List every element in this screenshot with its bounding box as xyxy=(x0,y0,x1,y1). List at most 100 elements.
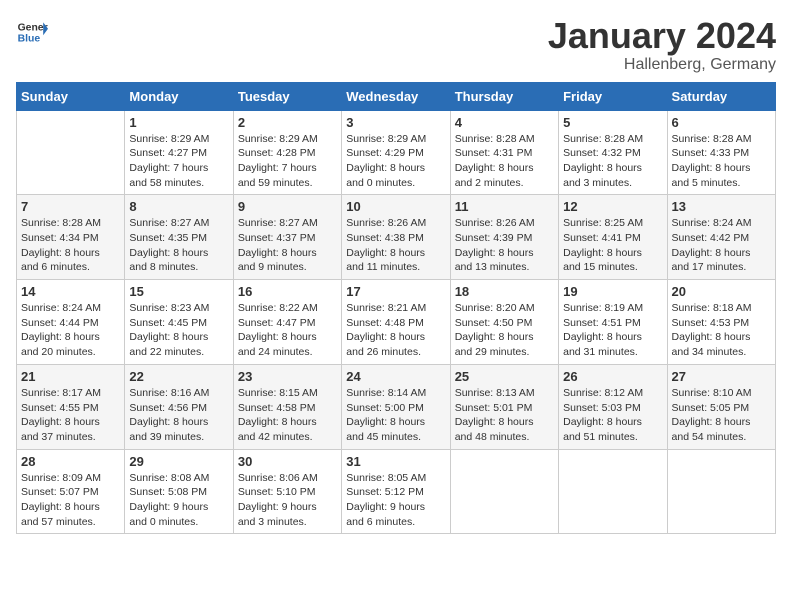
col-friday: Friday xyxy=(559,82,667,110)
day-number: 29 xyxy=(129,454,228,469)
table-row: 19Sunrise: 8:19 AM Sunset: 4:51 PM Dayli… xyxy=(559,280,667,365)
svg-text:Blue: Blue xyxy=(18,34,41,45)
calendar-week-row: 21Sunrise: 8:17 AM Sunset: 4:55 PM Dayli… xyxy=(17,364,776,449)
calendar-table: Sunday Monday Tuesday Wednesday Thursday… xyxy=(16,82,776,535)
day-details: Sunrise: 8:28 AM Sunset: 4:34 PM Dayligh… xyxy=(21,216,120,275)
day-details: Sunrise: 8:18 AM Sunset: 4:53 PM Dayligh… xyxy=(672,301,771,360)
day-details: Sunrise: 8:21 AM Sunset: 4:48 PM Dayligh… xyxy=(346,301,445,360)
day-number: 1 xyxy=(129,115,228,130)
day-details: Sunrise: 8:25 AM Sunset: 4:41 PM Dayligh… xyxy=(563,216,662,275)
day-details: Sunrise: 8:26 AM Sunset: 4:38 PM Dayligh… xyxy=(346,216,445,275)
col-wednesday: Wednesday xyxy=(342,82,450,110)
table-row: 3 Sunrise: 8:29 AM Sunset: 4:29 PM Daylig… xyxy=(342,110,450,195)
day-number: 4 xyxy=(455,115,554,130)
day-number: 31 xyxy=(346,454,445,469)
calendar-week-row: 14 Sunrise: 8:24 AM Sunset: 4:44 PM Dayli… xyxy=(17,280,776,365)
table-row: 18 Sunrise: 8:20 AM Sunset: 4:50 PM Dayli… xyxy=(450,280,558,365)
day-details: Sunrise: 8:12 AM Sunset: 5:03 PM Dayligh… xyxy=(563,386,662,445)
day-details: Sunrise: 8:24 AM Sunset: 4:44 PM Dayligh… xyxy=(21,301,120,360)
day-number: 2 xyxy=(238,115,337,130)
table-row: 22 Sunrise: 8:16 AM Sunset: 4:56 PM Dayli… xyxy=(125,364,233,449)
day-number: 9 xyxy=(238,199,337,214)
table-row: 15 Sunrise: 8:23 AM Sunset: 4:45 PM Dayli… xyxy=(125,280,233,365)
day-number: 22 xyxy=(129,369,228,384)
day-details: Sunrise: 8:15 AM Sunset: 4:58 PM Dayligh… xyxy=(238,386,337,445)
table-row: 10 Sunrise: 8:26 AM Sunset: 4:38 PM Dayli… xyxy=(342,195,450,280)
table-row: 20 Sunrise: 8:18 AM Sunset: 4:53 PM Dayli… xyxy=(667,280,775,365)
table-row: 24Sunrise: 8:14 AM Sunset: 5:00 PM Dayli… xyxy=(342,364,450,449)
day-details: Sunrise: 8:27 AM Sunset: 4:37 PM Dayligh… xyxy=(238,216,337,275)
day-number: 16 xyxy=(238,284,337,299)
day-number: 20 xyxy=(672,284,771,299)
day-details: Sunrise: 8:13 AM Sunset: 5:01 PM Dayligh… xyxy=(455,386,554,445)
day-details: Sunrise: 8:23 AM Sunset: 4:45 PM Dayligh… xyxy=(129,301,228,360)
table-row: 7 Sunrise: 8:28 AM Sunset: 4:34 PM Daylig… xyxy=(17,195,125,280)
calendar-header-row: Sunday Monday Tuesday Wednesday Thursday… xyxy=(17,82,776,110)
table-row: 26 Sunrise: 8:12 AM Sunset: 5:03 PM Dayli… xyxy=(559,364,667,449)
day-details: Sunrise: 8:29 AM Sunset: 4:27 PM Dayligh… xyxy=(129,132,228,191)
day-number: 23 xyxy=(238,369,337,384)
table-row: 6 Sunrise: 8:28 AM Sunset: 4:33 PM Daylig… xyxy=(667,110,775,195)
logo: General Blue xyxy=(16,16,48,48)
day-details: Sunrise: 8:28 AM Sunset: 4:33 PM Dayligh… xyxy=(672,132,771,191)
day-details: Sunrise: 8:28 AM Sunset: 4:32 PM Dayligh… xyxy=(563,132,662,191)
table-row: 16Sunrise: 8:22 AM Sunset: 4:47 PM Dayli… xyxy=(233,280,341,365)
day-number: 17 xyxy=(346,284,445,299)
day-details: Sunrise: 8:08 AM Sunset: 5:08 PM Dayligh… xyxy=(129,471,228,530)
day-details: Sunrise: 8:26 AM Sunset: 4:39 PM Dayligh… xyxy=(455,216,554,275)
col-monday: Monday xyxy=(125,82,233,110)
table-row: 11 Sunrise: 8:26 AM Sunset: 4:39 PM Dayli… xyxy=(450,195,558,280)
table-row: 21Sunrise: 8:17 AM Sunset: 4:55 PM Dayli… xyxy=(17,364,125,449)
day-number: 25 xyxy=(455,369,554,384)
day-details: Sunrise: 8:20 AM Sunset: 4:50 PM Dayligh… xyxy=(455,301,554,360)
table-row: 2 Sunrise: 8:29 AM Sunset: 4:28 PM Daylig… xyxy=(233,110,341,195)
day-details: Sunrise: 8:09 AM Sunset: 5:07 PM Dayligh… xyxy=(21,471,120,530)
calendar-week-row: 7 Sunrise: 8:28 AM Sunset: 4:34 PM Daylig… xyxy=(17,195,776,280)
table-row: 23 Sunrise: 8:15 AM Sunset: 4:58 PM Dayli… xyxy=(233,364,341,449)
day-number: 26 xyxy=(563,369,662,384)
col-sunday: Sunday xyxy=(17,82,125,110)
day-number: 27 xyxy=(672,369,771,384)
day-number: 13 xyxy=(672,199,771,214)
day-number: 12 xyxy=(563,199,662,214)
table-row: 8Sunrise: 8:27 AM Sunset: 4:35 PM Daylig… xyxy=(125,195,233,280)
day-details: Sunrise: 8:28 AM Sunset: 4:31 PM Dayligh… xyxy=(455,132,554,191)
day-number: 18 xyxy=(455,284,554,299)
calendar-week-row: 1 Sunrise: 8:29 AM Sunset: 4:27 PM Daylig… xyxy=(17,110,776,195)
table-row: 27Sunrise: 8:10 AM Sunset: 5:05 PM Dayli… xyxy=(667,364,775,449)
day-number: 10 xyxy=(346,199,445,214)
day-number: 28 xyxy=(21,454,120,469)
table-row xyxy=(17,110,125,195)
day-number: 14 xyxy=(21,284,120,299)
month-title: January 2024 xyxy=(548,16,776,56)
table-row: 12 Sunrise: 8:25 AM Sunset: 4:41 PM Dayli… xyxy=(559,195,667,280)
day-number: 3 xyxy=(346,115,445,130)
day-number: 24 xyxy=(346,369,445,384)
generalblue-logo-icon: General Blue xyxy=(16,16,48,48)
day-number: 5 xyxy=(563,115,662,130)
table-row: 1 Sunrise: 8:29 AM Sunset: 4:27 PM Daylig… xyxy=(125,110,233,195)
table-row: 9 Sunrise: 8:27 AM Sunset: 4:37 PM Daylig… xyxy=(233,195,341,280)
day-details: Sunrise: 8:29 AM Sunset: 4:29 PM Dayligh… xyxy=(346,132,445,191)
header: General Blue January 2024 Hallenberg, Ge… xyxy=(16,16,776,74)
table-row: 28 Sunrise: 8:09 AM Sunset: 5:07 PM Dayli… xyxy=(17,449,125,534)
table-row: 14 Sunrise: 8:24 AM Sunset: 4:44 PM Dayli… xyxy=(17,280,125,365)
day-details: Sunrise: 8:24 AM Sunset: 4:42 PM Dayligh… xyxy=(672,216,771,275)
day-number: 15 xyxy=(129,284,228,299)
table-row xyxy=(667,449,775,534)
day-details: Sunrise: 8:19 AM Sunset: 4:51 PM Dayligh… xyxy=(563,301,662,360)
day-details: Sunrise: 8:27 AM Sunset: 4:35 PM Dayligh… xyxy=(129,216,228,275)
day-number: 7 xyxy=(21,199,120,214)
table-row xyxy=(559,449,667,534)
day-details: Sunrise: 8:29 AM Sunset: 4:28 PM Dayligh… xyxy=(238,132,337,191)
title-area: January 2024 Hallenberg, Germany xyxy=(548,16,776,74)
day-details: Sunrise: 8:16 AM Sunset: 4:56 PM Dayligh… xyxy=(129,386,228,445)
day-number: 21 xyxy=(21,369,120,384)
day-number: 11 xyxy=(455,199,554,214)
table-row: 30Sunrise: 8:06 AM Sunset: 5:10 PM Dayli… xyxy=(233,449,341,534)
day-number: 6 xyxy=(672,115,771,130)
calendar-week-row: 28 Sunrise: 8:09 AM Sunset: 5:07 PM Dayli… xyxy=(17,449,776,534)
table-row: 13 Sunrise: 8:24 AM Sunset: 4:42 PM Dayli… xyxy=(667,195,775,280)
table-row: 25 Sunrise: 8:13 AM Sunset: 5:01 PM Dayli… xyxy=(450,364,558,449)
table-row: 17 Sunrise: 8:21 AM Sunset: 4:48 PM Dayli… xyxy=(342,280,450,365)
